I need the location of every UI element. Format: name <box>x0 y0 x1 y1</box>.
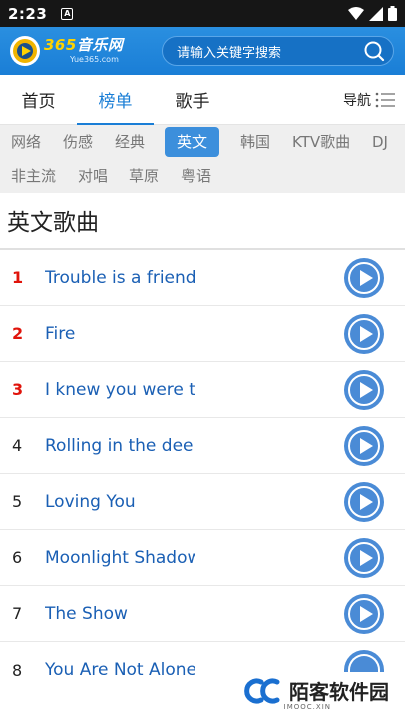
play-icon <box>359 550 373 566</box>
play-icon <box>359 270 373 286</box>
tab-home[interactable]: 首页 <box>0 75 77 125</box>
category-korean[interactable]: 韩国 <box>240 125 270 159</box>
tab-singers[interactable]: 歌手 <box>154 75 231 125</box>
song-rank: 2 <box>12 324 24 343</box>
play-icon <box>359 494 373 510</box>
song-rank: 1 <box>12 268 24 287</box>
category-sad[interactable]: 伤感 <box>63 125 93 159</box>
category-cantonese[interactable]: 粤语 <box>181 159 211 193</box>
nav-tabs: 首页 榜单 歌手 导航 <box>0 75 405 126</box>
song-title[interactable]: The Show <box>45 604 195 624</box>
song-title[interactable]: Fire <box>45 324 195 344</box>
menu-list-icon <box>375 92 395 107</box>
song-row[interactable]: 4 Rolling in the deep <box>0 418 405 474</box>
song-title[interactable]: Rolling in the deep <box>45 436 195 456</box>
song-rank: 5 <box>12 492 23 511</box>
play-button[interactable] <box>344 314 384 354</box>
nav-guide-label: 导航 <box>343 92 371 109</box>
watermark: 陌客软件园 IMOOC.XIN <box>243 676 389 711</box>
category-alternative[interactable]: 非主流 <box>11 159 56 193</box>
play-button[interactable] <box>344 426 384 466</box>
song-title[interactable]: You Are Not Alone <box>45 660 195 680</box>
song-title[interactable]: Moonlight Shadow <box>45 548 195 568</box>
song-rank: 4 <box>12 436 23 455</box>
play-button[interactable] <box>344 650 384 672</box>
search-placeholder: 请输入关键字搜索 <box>177 45 282 61</box>
song-rank: 7 <box>12 604 23 623</box>
watermark-text: 陌客软件园 <box>289 680 389 704</box>
play-icon <box>359 326 373 342</box>
song-list: 1 Trouble is a friend 2 Fire 3 I knew yo… <box>0 250 405 698</box>
song-row[interactable]: 7 The Show <box>0 586 405 642</box>
search-input[interactable]: 请输入关键字搜索 <box>162 36 394 66</box>
play-button[interactable] <box>344 258 384 298</box>
play-button[interactable] <box>344 538 384 578</box>
tab-charts[interactable]: 榜单 <box>77 75 154 126</box>
status-icons <box>348 6 397 21</box>
battery-icon <box>388 6 397 21</box>
category-english[interactable]: 英文 <box>165 127 220 157</box>
app-header: 365音乐网 Yue365.com 请输入关键字搜索 <box>0 27 405 75</box>
notification-icon: A <box>61 7 74 20</box>
section-title: 英文歌曲 <box>7 210 99 236</box>
song-rank: 6 <box>12 548 23 567</box>
signal-icon <box>369 6 383 21</box>
song-title[interactable]: I knew you were tr <box>45 380 195 400</box>
song-title[interactable]: Loving You <box>45 492 195 512</box>
wifi-icon <box>348 6 364 20</box>
song-row[interactable]: 6 Moonlight Shadow <box>0 530 405 586</box>
category-network[interactable]: 网络 <box>11 125 41 159</box>
logo-name: 音乐网 <box>76 36 124 54</box>
song-row[interactable]: 1 Trouble is a friend <box>0 250 405 306</box>
status-time: 2:23 <box>8 4 48 23</box>
category-classic[interactable]: 经典 <box>115 125 145 159</box>
song-row[interactable]: 2 Fire <box>0 306 405 362</box>
song-row[interactable]: 3 I knew you were tr <box>0 362 405 418</box>
logo-disc-icon <box>10 36 40 66</box>
play-icon <box>359 606 373 622</box>
category-ktv[interactable]: KTV歌曲 <box>292 125 350 159</box>
category-grassland[interactable]: 草原 <box>129 159 159 193</box>
song-row[interactable]: 5 Loving You <box>0 474 405 530</box>
category-dj[interactable]: DJ <box>372 125 388 159</box>
song-title[interactable]: Trouble is a friend <box>45 268 195 288</box>
play-icon <box>359 382 373 398</box>
song-rank: 8 <box>12 660 23 680</box>
status-bar: 2:23 A <box>0 0 405 27</box>
play-icon <box>359 438 373 454</box>
play-button[interactable] <box>344 370 384 410</box>
song-rank: 3 <box>12 380 24 399</box>
logo-number: 365 <box>44 36 77 54</box>
logo-url: Yue365.com <box>70 55 119 64</box>
category-filter: 网络 伤感 经典 英文 韩国 KTV歌曲 DJ 非主流 对唱 草原 粤语 <box>0 125 405 193</box>
nav-guide-button[interactable]: 导航 <box>343 90 405 110</box>
site-logo[interactable]: 365音乐网 Yue365.com <box>8 31 156 71</box>
category-duet[interactable]: 对唱 <box>78 159 108 193</box>
play-button[interactable] <box>344 482 384 522</box>
search-icon[interactable] <box>363 40 385 62</box>
watermark-sub: IMOOC.XIN <box>283 703 331 711</box>
watermark-logo-icon <box>244 678 280 703</box>
play-button[interactable] <box>344 594 384 634</box>
